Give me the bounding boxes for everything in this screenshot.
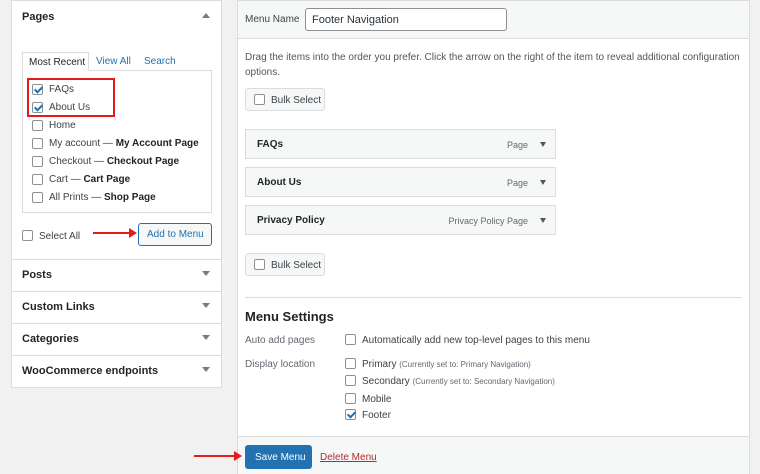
bulk-select-label: Bulk Select: [271, 95, 322, 106]
bulk-select-button-top[interactable]: Bulk Select: [245, 88, 325, 111]
tab-most-recent[interactable]: Most Recent: [22, 52, 89, 71]
menu-item-faqs[interactable]: FAQs Page: [245, 129, 556, 159]
auto-add-pages-checkbox[interactable]: [345, 334, 356, 345]
menu-item-type: Page: [506, 178, 528, 188]
section-title: Categories: [22, 333, 79, 345]
select-all-label: Select All: [39, 231, 81, 242]
add-menu-items-panel: Pages Most Recent View All Search FAQs A…: [11, 0, 222, 388]
highlight-box: [27, 78, 115, 117]
expand-arrow-icon[interactable]: [202, 367, 210, 372]
menu-name-label: Menu Name: [245, 14, 300, 25]
menu-item-about-us[interactable]: About Us Page: [245, 167, 556, 197]
divider: [245, 297, 742, 298]
menu-item-title: Privacy Policy: [257, 215, 325, 226]
menu-name-value: Footer Navigation: [312, 14, 399, 26]
location-label-primary: Primary (Currently set to: Primary Navig…: [362, 359, 531, 370]
save-menu-label: Save Menu: [255, 452, 306, 463]
auto-add-pages-option: Automatically add new top-level pages to…: [362, 335, 590, 346]
woocommerce-endpoints-section-header[interactable]: WooCommerce endpoints: [12, 355, 221, 387]
page-checkbox-all-prints[interactable]: [32, 192, 43, 203]
expand-arrow-icon[interactable]: [202, 335, 210, 340]
expand-arrow-icon[interactable]: [202, 303, 210, 308]
select-all-checkbox[interactable]: [22, 230, 33, 241]
list-item[interactable]: All Prints — Shop Page: [23, 190, 203, 206]
menu-name-input[interactable]: Footer Navigation: [305, 8, 507, 31]
location-checkbox-mobile[interactable]: [345, 393, 356, 404]
menu-item-title: FAQs: [257, 139, 284, 150]
page-label: My account — My Account Page: [49, 138, 199, 149]
red-arrow-annotation: [93, 228, 137, 238]
tab-label: Most Recent: [29, 57, 86, 68]
bulk-select-button-bottom[interactable]: Bulk Select: [245, 253, 325, 276]
collapse-arrow-icon[interactable]: [202, 13, 210, 18]
tab-view-all[interactable]: View All: [96, 56, 131, 67]
bulk-select-label: Bulk Select: [271, 260, 322, 271]
page-checkbox-home[interactable]: [32, 120, 43, 131]
page-label: Checkout — Checkout Page: [49, 156, 180, 167]
section-title: Custom Links: [22, 301, 95, 313]
auto-add-pages-label: Auto add pages: [245, 335, 316, 346]
list-item[interactable]: My account — My Account Page: [23, 136, 203, 152]
pages-section-title: Pages: [22, 11, 55, 23]
tab-search[interactable]: Search: [144, 56, 176, 67]
location-checkbox-footer[interactable]: [345, 409, 356, 420]
menu-item-privacy-policy[interactable]: Privacy Policy Privacy Policy Page: [245, 205, 556, 235]
menu-header: Menu Name Footer Navigation: [238, 1, 749, 39]
location-label-secondary: Secondary (Currently set to: Secondary N…: [362, 376, 555, 387]
menu-footer: Save Menu Delete Menu: [238, 436, 749, 474]
save-menu-button[interactable]: Save Menu: [245, 445, 312, 469]
chevron-down-icon[interactable]: [540, 142, 546, 147]
chevron-down-icon[interactable]: [540, 218, 546, 223]
custom-links-section-header[interactable]: Custom Links: [12, 291, 221, 323]
menu-item-title: About Us: [257, 177, 302, 188]
section-title: Posts: [22, 269, 52, 281]
location-checkbox-primary[interactable]: [345, 358, 356, 369]
add-to-menu-label: Add to Menu: [147, 229, 204, 240]
list-item[interactable]: Home: [23, 118, 203, 134]
page-label: Cart — Cart Page: [49, 174, 131, 185]
menu-structure-panel: Menu Name Footer Navigation Drag the ite…: [237, 0, 750, 474]
location-label-mobile: Mobile: [362, 394, 392, 405]
expand-arrow-icon[interactable]: [202, 271, 210, 276]
page-checkbox-checkout[interactable]: [32, 156, 43, 167]
list-item[interactable]: Checkout — Checkout Page: [23, 154, 203, 170]
red-arrow-annotation: [194, 451, 242, 461]
location-label-footer: Footer: [362, 410, 391, 421]
display-location-label: Display location: [245, 359, 316, 370]
delete-menu-link[interactable]: Delete Menu: [320, 452, 377, 463]
page-label: Home: [49, 120, 76, 131]
instructions-line-2: options.: [245, 67, 281, 78]
menu-item-type: Page: [506, 140, 528, 150]
categories-section-header[interactable]: Categories: [12, 323, 221, 355]
add-to-menu-button[interactable]: Add to Menu: [138, 223, 212, 246]
location-checkbox-secondary[interactable]: [345, 375, 356, 386]
bulk-select-checkbox[interactable]: [254, 94, 265, 105]
posts-section-header[interactable]: Posts: [12, 259, 221, 291]
list-item[interactable]: Cart — Cart Page: [23, 172, 203, 188]
menu-settings-title: Menu Settings: [245, 309, 334, 324]
pages-section-header[interactable]: Pages: [12, 1, 221, 33]
chevron-down-icon[interactable]: [540, 180, 546, 185]
page-checkbox-cart[interactable]: [32, 174, 43, 185]
instructions-line-1: Drag the items into the order you prefer…: [245, 52, 740, 63]
section-title: WooCommerce endpoints: [22, 365, 159, 377]
bulk-select-checkbox[interactable]: [254, 259, 265, 270]
page-checkbox-my-account[interactable]: [32, 138, 43, 149]
menu-item-type: Privacy Policy Page: [448, 216, 528, 226]
page-label: All Prints — Shop Page: [49, 192, 156, 203]
